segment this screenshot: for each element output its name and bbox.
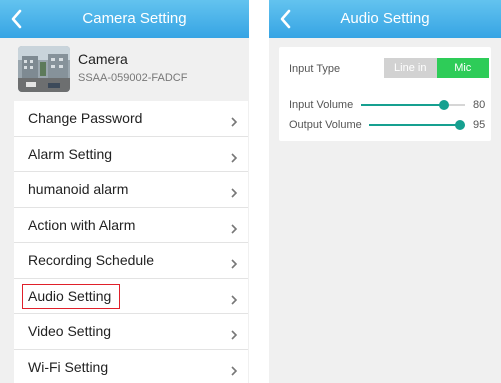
back-button[interactable] xyxy=(275,6,299,32)
chevron-right-icon xyxy=(230,292,238,305)
menu-item-label: Change Password xyxy=(28,110,143,126)
header-bar: Audio Setting xyxy=(269,0,501,38)
input-type-label: Input Type xyxy=(289,63,341,75)
menu-item-recording-schedule[interactable]: Recording Schedule xyxy=(14,243,248,279)
slider-fill xyxy=(361,104,445,106)
menu-item-label: humanoid alarm xyxy=(28,181,129,197)
menu-item-action-with-alarm[interactable]: Action with Alarm xyxy=(14,208,248,243)
menu-item-label: Alarm Setting xyxy=(28,145,113,162)
slider-knob[interactable] xyxy=(439,100,450,110)
input-volume-slider[interactable] xyxy=(361,98,465,112)
slider-fill xyxy=(369,124,461,126)
output-volume-value: 95 xyxy=(473,119,486,131)
menu-item-audio-setting[interactable]: Audio Setting xyxy=(14,279,248,314)
camera-name: Camera xyxy=(78,51,128,67)
menu-item-video-setting[interactable]: Video Setting xyxy=(14,314,248,350)
audio-settings-panel: Input Type Line in Mic Input Volume 80 O… xyxy=(279,47,491,141)
slider-knob[interactable] xyxy=(455,120,466,130)
audio-setting-screen: Audio Setting Input Type Line in Mic Inp… xyxy=(269,0,501,383)
page-title: Camera Setting xyxy=(82,10,187,27)
back-button[interactable] xyxy=(6,6,30,32)
chevron-right-icon xyxy=(230,185,238,198)
camera-id: SSAA-059002-FADCF xyxy=(78,72,188,84)
input-volume-value: 80 xyxy=(473,99,486,111)
menu-item-wifi-setting[interactable]: Wi-Fi Setting xyxy=(14,350,248,383)
camera-setting-screen: Camera Setting Camera SSAA-059002-FADCF … xyxy=(0,0,249,383)
menu-item-humanoid-alarm[interactable]: humanoid alarm xyxy=(14,172,248,208)
chevron-right-icon xyxy=(230,256,238,269)
input-type-toggle: Line in Mic xyxy=(384,58,489,78)
chevron-right-icon xyxy=(230,221,238,234)
settings-menu: Change Password Alarm Setting humanoid a… xyxy=(14,101,248,383)
menu-item-label: Recording Schedule xyxy=(28,252,155,268)
chevron-right-icon xyxy=(230,363,238,376)
menu-item-label: Action with Alarm xyxy=(28,216,136,233)
chevron-right-icon xyxy=(230,150,238,163)
input-volume-label: Input Volume xyxy=(289,99,354,111)
line-in-option[interactable]: Line in xyxy=(384,58,437,78)
menu-item-change-password[interactable]: Change Password xyxy=(14,101,248,137)
chevron-right-icon xyxy=(230,114,238,127)
camera-thumbnail xyxy=(18,46,70,92)
chevron-left-icon xyxy=(6,6,30,32)
menu-item-alarm-setting[interactable]: Alarm Setting xyxy=(14,137,248,172)
chevron-left-icon xyxy=(275,6,299,32)
output-volume-slider[interactable] xyxy=(369,118,466,132)
chevron-right-icon xyxy=(230,327,238,340)
output-volume-label: Output Volume xyxy=(289,119,362,131)
menu-item-label: Audio Setting xyxy=(28,287,112,304)
page-title: Audio Setting xyxy=(340,10,430,27)
mic-option[interactable]: Mic xyxy=(436,58,489,78)
header-bar: Camera Setting xyxy=(0,0,249,38)
menu-item-label: Video Setting xyxy=(28,323,112,339)
menu-item-label: Wi-Fi Setting xyxy=(28,358,109,375)
